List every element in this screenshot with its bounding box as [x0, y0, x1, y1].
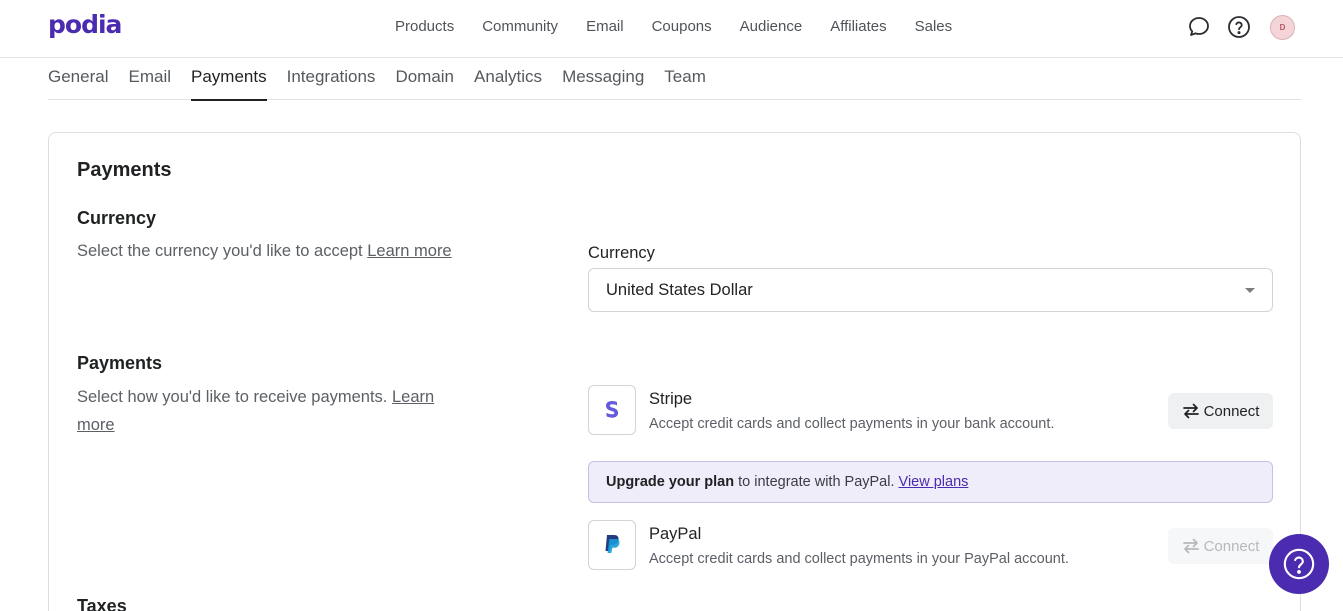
nav-sales[interactable]: Sales: [901, 18, 967, 36]
nav-audience[interactable]: Audience: [726, 18, 817, 36]
tab-messaging[interactable]: Messaging: [562, 58, 644, 100]
chat-bubble-icon[interactable]: [1186, 14, 1212, 40]
currency-learn-more-link[interactable]: Learn more: [367, 242, 451, 260]
paypal-provider-row: PayPal Accept credit cards and collect p…: [588, 520, 1273, 570]
upgrade-plan-text: to integrate with PayPal.: [734, 474, 899, 490]
upgrade-plan-banner: Upgrade your plan to integrate with PayP…: [588, 461, 1273, 503]
payments-desc-text: Select how you'd like to receive payment…: [77, 388, 388, 406]
swap-arrows-icon: [1182, 538, 1199, 554]
top-icons: D: [1172, 14, 1295, 40]
nav-community[interactable]: Community: [468, 18, 572, 36]
tab-analytics[interactable]: Analytics: [474, 58, 542, 100]
paypal-name: PayPal: [649, 525, 702, 543]
payments-section-desc: Select how you'd like to receive payment…: [77, 383, 457, 439]
stripe-logo-icon: [588, 385, 636, 435]
nav-affiliates[interactable]: Affiliates: [816, 18, 900, 36]
upgrade-plan-bold: Upgrade your plan: [606, 474, 735, 490]
tab-general[interactable]: General: [48, 58, 108, 100]
currency-section-title: Currency: [77, 208, 157, 228]
currency-section-desc: Select the currency you'd like to accept…: [77, 237, 457, 265]
top-navigation-bar: podia Products Community Email Coupons A…: [0, 0, 1343, 58]
settings-tabs: General Email Payments Integrations Doma…: [48, 58, 1302, 101]
stripe-desc: Accept credit cards and collect payments…: [649, 416, 1055, 432]
tab-team[interactable]: Team: [664, 58, 706, 100]
nav-products[interactable]: Products: [381, 18, 468, 36]
stripe-connect-label: Connect: [1203, 402, 1260, 420]
payments-card: Payments Currency Select the currency yo…: [48, 132, 1301, 611]
podia-logo[interactable]: podia: [48, 10, 122, 39]
paypal-logo-icon: [588, 520, 636, 570]
nav-email[interactable]: Email: [572, 18, 638, 36]
paypal-desc: Accept credit cards and collect payments…: [649, 551, 1069, 567]
tab-payments[interactable]: Payments: [191, 58, 267, 101]
stripe-connect-button[interactable]: Connect: [1168, 393, 1273, 429]
page-title: Payments: [77, 159, 172, 181]
swap-arrows-icon: [1182, 403, 1199, 419]
stripe-name: Stripe: [649, 390, 693, 408]
main-nav: Products Community Email Coupons Audienc…: [381, 18, 966, 36]
caret-down-icon: [1245, 288, 1255, 293]
currency-desc-text: Select the currency you'd like to accept: [77, 242, 363, 260]
tab-domain[interactable]: Domain: [395, 58, 454, 100]
taxes-section-title: Taxes: [77, 596, 127, 611]
paypal-connect-button[interactable]: Connect: [1168, 528, 1273, 564]
currency-selected-value: United States Dollar: [606, 281, 753, 299]
tab-email[interactable]: Email: [128, 58, 171, 100]
avatar[interactable]: D: [1270, 14, 1295, 40]
nav-coupons[interactable]: Coupons: [638, 18, 726, 36]
tab-integrations[interactable]: Integrations: [287, 58, 376, 100]
help-circle-icon[interactable]: [1226, 14, 1252, 40]
currency-field-label: Currency: [588, 244, 655, 262]
stripe-provider-row: Stripe Accept credit cards and collect p…: [588, 385, 1273, 435]
help-circle-icon: [1283, 548, 1315, 580]
currency-select[interactable]: United States Dollar: [588, 268, 1273, 312]
view-plans-link[interactable]: View plans: [899, 474, 969, 490]
help-chat-button[interactable]: [1269, 534, 1329, 594]
paypal-connect-label: Connect: [1203, 537, 1260, 555]
payments-section-title: Payments: [77, 353, 163, 373]
